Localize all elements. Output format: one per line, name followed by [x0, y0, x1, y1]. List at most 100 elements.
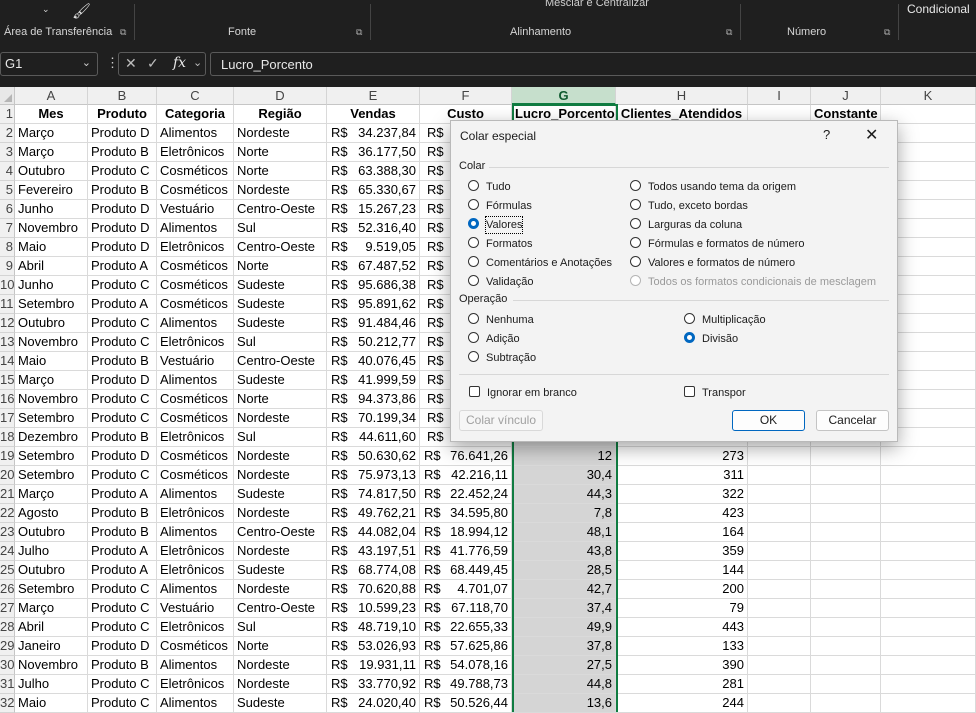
table-cell[interactable]: 7,8	[512, 504, 616, 523]
table-cell[interactable]: Produto C	[88, 466, 157, 485]
table-cell[interactable]: Produto D	[88, 124, 157, 143]
table-cell[interactable]: R$ 22.452,24	[420, 485, 512, 504]
table-cell[interactable]: Nordeste	[234, 542, 327, 561]
table-cell[interactable]: 311	[616, 466, 748, 485]
table-cell[interactable]: Cosméticos	[157, 447, 234, 466]
table-cell[interactable]: R$ 9.519,05	[327, 238, 420, 257]
table-cell[interactable]	[748, 618, 811, 637]
table-cell[interactable]: R$ 50.630,62	[327, 447, 420, 466]
table-cell[interactable]: R$ 41.776,59	[420, 542, 512, 561]
table-cell[interactable]: R$ 49.762,21	[327, 504, 420, 523]
table-cell[interactable]: Eletrônicos	[157, 333, 234, 352]
name-box[interactable]: G1 ⌄	[0, 52, 98, 76]
table-cell[interactable]: Eletrônicos	[157, 143, 234, 162]
table-cell[interactable]: Norte	[234, 390, 327, 409]
table-cell[interactable]: Centro-Oeste	[234, 599, 327, 618]
header-cell[interactable]: Produto	[88, 105, 157, 124]
table-cell[interactable]: Produto C	[88, 694, 157, 713]
row-header[interactable]: 17	[0, 409, 15, 428]
table-cell[interactable]: Alimentos	[157, 314, 234, 333]
row-header[interactable]: 26	[0, 580, 15, 599]
table-cell[interactable]: Centro-Oeste	[234, 523, 327, 542]
enter-icon[interactable]: ✓	[147, 55, 159, 72]
table-cell[interactable]: Eletrônicos	[157, 675, 234, 694]
table-cell[interactable]: R$ 18.994,12	[420, 523, 512, 542]
table-cell[interactable]: Alimentos	[157, 656, 234, 675]
table-cell[interactable]: Nordeste	[234, 675, 327, 694]
table-cell[interactable]	[811, 637, 881, 656]
column-header-a[interactable]: A	[15, 87, 88, 105]
table-cell[interactable]: Produto C	[88, 409, 157, 428]
table-cell[interactable]: Produto D	[88, 371, 157, 390]
table-cell[interactable]	[748, 656, 811, 675]
table-cell[interactable]: Maio	[15, 352, 88, 371]
table-cell[interactable]: Sul	[234, 333, 327, 352]
table-cell[interactable]	[881, 504, 976, 523]
table-cell[interactable]: Julho	[15, 542, 88, 561]
table-cell[interactable]: Março	[15, 143, 88, 162]
row-header[interactable]: 16	[0, 390, 15, 409]
table-cell[interactable]: R$ 74.817,50	[327, 485, 420, 504]
table-cell[interactable]: R$ 4.701,07	[420, 580, 512, 599]
table-cell[interactable]: R$ 49.788,73	[420, 675, 512, 694]
dialog-launcher-icon[interactable]: ⧉	[120, 27, 126, 38]
table-cell[interactable]: Produto C	[88, 580, 157, 599]
table-cell[interactable]: Eletrônicos	[157, 561, 234, 580]
table-cell[interactable]: Sudeste	[234, 276, 327, 295]
table-cell[interactable]: Novembro	[15, 656, 88, 675]
table-cell[interactable]: R$ 22.655,33	[420, 618, 512, 637]
table-cell[interactable]: Vestuário	[157, 599, 234, 618]
select-all-corner[interactable]	[0, 87, 15, 105]
row-header[interactable]: 23	[0, 523, 15, 542]
table-cell[interactable]: R$ 44.082,04	[327, 523, 420, 542]
row-header[interactable]: 4	[0, 162, 15, 181]
table-cell[interactable]	[811, 542, 881, 561]
table-cell[interactable]: R$ 41.999,59	[327, 371, 420, 390]
table-cell[interactable]: Maio	[15, 238, 88, 257]
insert-function-icon[interactable]: fx	[173, 55, 186, 71]
table-cell[interactable]: 273	[616, 447, 748, 466]
table-cell[interactable]	[881, 637, 976, 656]
row-header[interactable]: 31	[0, 675, 15, 694]
table-cell[interactable]	[748, 542, 811, 561]
table-cell[interactable]: Fevereiro	[15, 181, 88, 200]
table-cell[interactable]: Dezembro	[15, 428, 88, 447]
row-header[interactable]: 8	[0, 238, 15, 257]
table-cell[interactable]: R$ 75.973,13	[327, 466, 420, 485]
table-cell[interactable]: R$ 67.118,70	[420, 599, 512, 618]
table-cell[interactable]	[748, 504, 811, 523]
table-cell[interactable]: Produto D	[88, 200, 157, 219]
table-cell[interactable]: Cosméticos	[157, 295, 234, 314]
row-header[interactable]: 12	[0, 314, 15, 333]
table-cell[interactable]: Produto B	[88, 143, 157, 162]
table-cell[interactable]: 43,8	[512, 542, 616, 561]
table-cell[interactable]: Produto B	[88, 504, 157, 523]
table-cell[interactable]: R$ 70.199,34	[327, 409, 420, 428]
table-cell[interactable]: Nordeste	[234, 580, 327, 599]
cancel-button[interactable]: Cancelar	[816, 410, 889, 431]
table-cell[interactable]	[748, 675, 811, 694]
table-cell[interactable]: 244	[616, 694, 748, 713]
row-header[interactable]: 15	[0, 371, 15, 390]
table-cell[interactable]: R$ 44.611,60	[327, 428, 420, 447]
table-cell[interactable]: Sul	[234, 428, 327, 447]
table-cell[interactable]	[881, 466, 976, 485]
column-header-g[interactable]: G	[512, 87, 616, 105]
table-cell[interactable]: R$ 24.020,40	[327, 694, 420, 713]
table-cell[interactable]: Alimentos	[157, 219, 234, 238]
table-cell[interactable]: Produto D	[88, 219, 157, 238]
table-cell[interactable]: Alimentos	[157, 523, 234, 542]
row-header[interactable]: 5	[0, 181, 15, 200]
row-header[interactable]: 10	[0, 276, 15, 295]
column-header-j[interactable]: J	[811, 87, 881, 105]
table-cell[interactable]	[748, 561, 811, 580]
formula-input[interactable]: Lucro_Porcento	[210, 52, 976, 76]
dialog-launcher-icon[interactable]: ⧉	[356, 27, 362, 38]
dialog-launcher-icon[interactable]: ⧉	[726, 27, 732, 38]
table-cell[interactable]: 42,7	[512, 580, 616, 599]
table-cell[interactable]: Produto C	[88, 276, 157, 295]
table-cell[interactable]	[881, 542, 976, 561]
table-cell[interactable]	[811, 523, 881, 542]
table-cell[interactable]: Eletrônicos	[157, 428, 234, 447]
dialog-launcher-icon[interactable]: ⧉	[884, 27, 890, 38]
